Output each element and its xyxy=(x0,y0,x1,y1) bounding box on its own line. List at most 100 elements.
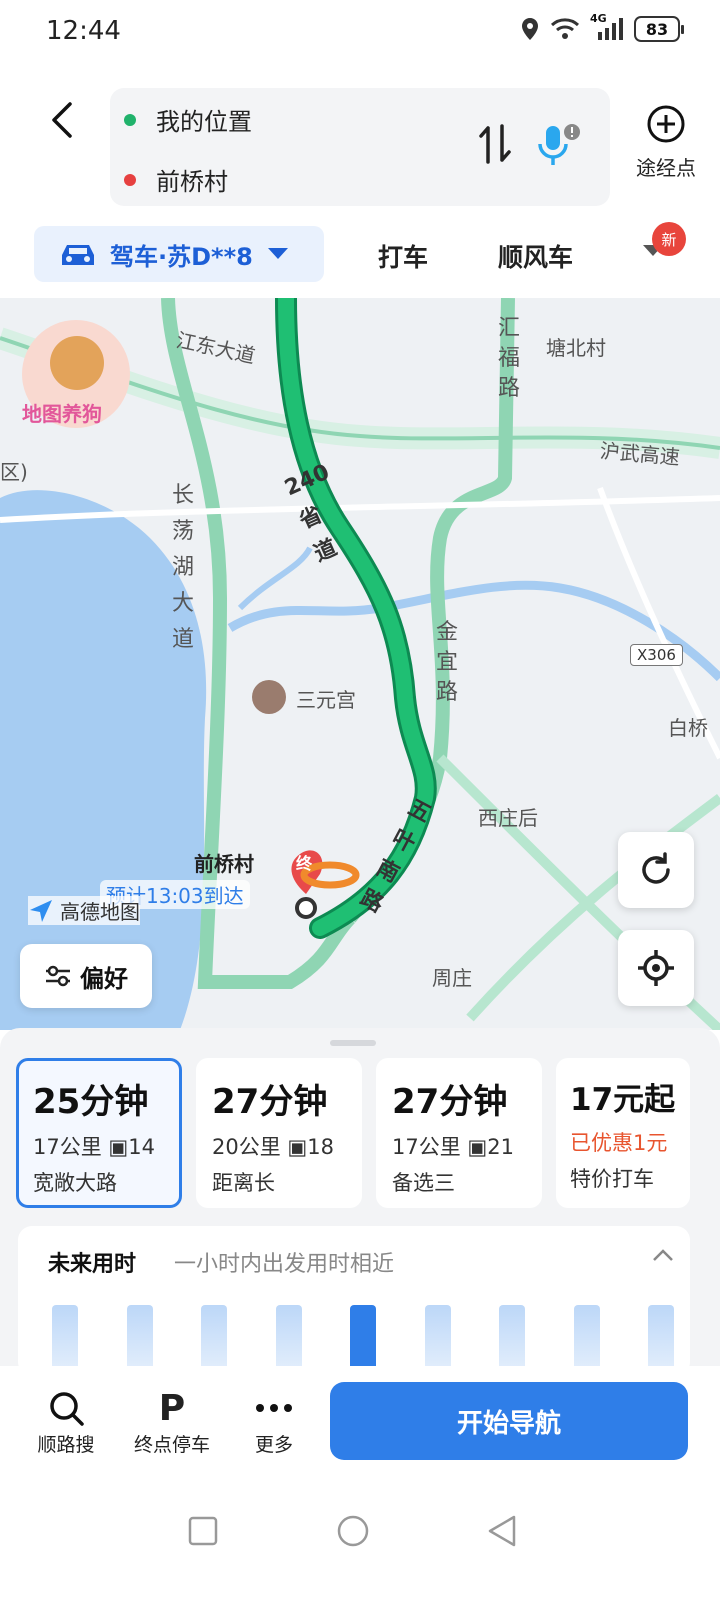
wifi-icon xyxy=(550,18,580,39)
search-icon xyxy=(30,1386,102,1430)
refresh-button[interactable] xyxy=(618,832,694,908)
destination-map-label: 前桥村 xyxy=(194,852,254,876)
route-distance: 20公里 xyxy=(212,1135,281,1159)
route-meta: 17公里 ▣21 xyxy=(392,1131,542,1161)
preference-button[interactable]: 偏好 xyxy=(20,944,152,1008)
tab-taxi[interactable]: 打车 xyxy=(378,238,428,274)
settings-slider-icon xyxy=(46,965,70,987)
route-meta: 17公里 ▣14 xyxy=(33,1131,179,1161)
bottom-action-bar: 顺路搜 P 终点停车 更多 开始导航 xyxy=(0,1366,720,1476)
preference-label: 偏好 xyxy=(80,964,128,993)
map-label-tangbei: 塘北村 xyxy=(546,336,606,360)
traffic-light-icon: ▣ xyxy=(467,1135,488,1159)
map-label-huifu: 汇福路 xyxy=(498,316,521,401)
status-time: 12:44 xyxy=(46,16,121,46)
refresh-icon xyxy=(642,852,670,884)
route-lights: 14 xyxy=(128,1135,155,1159)
amap-logo-icon xyxy=(30,899,52,922)
locate-icon xyxy=(638,950,674,986)
tab-drive[interactable]: 驾车·苏D**8 xyxy=(34,226,324,282)
mascot-label: 地图养狗 xyxy=(22,402,102,426)
future-bar-chart xyxy=(18,1296,690,1376)
search-along-label: 顺路搜 xyxy=(37,1434,95,1456)
route-time: 27分钟 xyxy=(212,1082,328,1122)
map-label-zhouzhuang: 周庄 xyxy=(432,966,472,990)
future-time-panel: 未来用时 一小时内出发用时相近 xyxy=(18,1226,690,1376)
map-brand: 高德地图 xyxy=(28,896,140,925)
swap-icon[interactable] xyxy=(478,122,512,166)
river-branch xyxy=(237,546,313,611)
status-bar: 12:44 4G 83 xyxy=(0,0,720,66)
sheet-grabber[interactable] xyxy=(330,1040,376,1046)
chevron-up-icon[interactable] xyxy=(652,1248,674,1262)
map-label-xizhuang: 西庄后 xyxy=(478,806,538,830)
add-circle-icon xyxy=(647,105,685,143)
future-title: 未来用时 xyxy=(48,1252,137,1277)
origin-field[interactable]: 我的位置 xyxy=(124,102,252,137)
battery-indicator: 83 xyxy=(634,16,684,42)
drive-mode-label: 驾车·苏D**8 xyxy=(110,242,253,271)
taxi-card[interactable]: 17元起 已优惠1元 特价打车 xyxy=(556,1058,690,1208)
route-lights: 21 xyxy=(487,1135,514,1159)
voice-input-icon[interactable] xyxy=(534,120,586,172)
location-icon xyxy=(522,18,538,40)
search-along-button[interactable]: 顺路搜 xyxy=(30,1386,102,1457)
waypoint-label: 途经点 xyxy=(636,156,696,180)
dog-icon xyxy=(50,336,104,390)
new-badge: 新 xyxy=(652,222,686,256)
cellular-icon: 4G xyxy=(590,12,624,42)
route-distance: 17公里 xyxy=(33,1135,102,1159)
map-label-x306: X306 xyxy=(630,644,683,666)
route-time: 27分钟 xyxy=(392,1082,508,1122)
back-icon[interactable] xyxy=(44,100,84,140)
locate-button[interactable] xyxy=(618,930,694,1006)
route-time: 25分钟 xyxy=(33,1082,149,1122)
route-tag: 宽敞大路 xyxy=(33,1171,117,1195)
taxi-price: 17元起 xyxy=(570,1082,676,1118)
traffic-light-icon: ▣ xyxy=(108,1135,129,1159)
route-card-3[interactable]: 27分钟 17公里 ▣21 备选三 xyxy=(376,1058,542,1208)
future-subtitle: 一小时内出发用时相近 xyxy=(174,1252,395,1277)
start-navigation-button[interactable]: 开始导航 xyxy=(330,1382,688,1460)
status-icons: 4G 83 xyxy=(520,12,684,42)
map-label-jinyi: 金宜路 xyxy=(436,620,459,705)
route-tag: 备选三 xyxy=(392,1171,455,1195)
recent-apps-icon[interactable] xyxy=(188,1516,218,1546)
taxi-promo: 已优惠1元 xyxy=(570,1131,668,1155)
home-icon[interactable] xyxy=(336,1514,370,1548)
origin-label: 我的位置 xyxy=(156,108,252,136)
tab-ride-share[interactable]: 顺风车 xyxy=(498,238,573,274)
origin-dot-icon xyxy=(124,113,136,126)
more-button[interactable]: 更多 xyxy=(244,1386,304,1457)
map-label-edge: 区) xyxy=(0,460,28,484)
route-meta: 20公里 ▣18 xyxy=(212,1131,362,1161)
map-view[interactable]: 地图养狗 区) 江东大道 汇福路 塘北村 沪武高速 长荡湖大道 240省道 金宜… xyxy=(0,298,720,1030)
route-tag: 距离长 xyxy=(212,1171,275,1195)
route-lights: 18 xyxy=(307,1135,334,1159)
map-label-baiqiao: 白桥 xyxy=(668,716,708,740)
destination-label: 前桥村 xyxy=(156,168,228,196)
chevron-down-icon xyxy=(267,248,288,259)
brand-label: 高德地图 xyxy=(60,900,140,924)
destination-dot-icon xyxy=(124,173,136,186)
back-nav-icon[interactable] xyxy=(486,1514,518,1548)
destination-end-tag: 终 xyxy=(296,854,313,873)
add-waypoint-button[interactable]: 途经点 xyxy=(628,104,704,181)
more-icon xyxy=(244,1386,304,1430)
parking-button[interactable]: P 终点停车 xyxy=(124,1386,220,1457)
traffic-light-icon: ▣ xyxy=(287,1135,308,1159)
route-card-1[interactable]: 25分钟 17公里 ▣14 宽敞大路 xyxy=(16,1058,182,1208)
more-label: 更多 xyxy=(254,1434,293,1456)
temple-icon xyxy=(252,680,286,714)
map-label-changdang: 长荡湖大道 xyxy=(172,483,195,652)
route-distance: 17公里 xyxy=(392,1135,461,1159)
parking-icon: P xyxy=(158,1387,186,1429)
system-nav-bar xyxy=(0,1476,720,1600)
route-card-2[interactable]: 27分钟 20公里 ▣18 距离长 xyxy=(196,1058,362,1208)
destination-dot xyxy=(295,897,317,919)
destination-field[interactable]: 前桥村 xyxy=(124,162,228,197)
taxi-label: 特价打车 xyxy=(570,1167,654,1191)
car-icon xyxy=(62,245,94,265)
route-input-box: 我的位置 前桥村 xyxy=(110,88,610,206)
network-type: 4G xyxy=(590,12,607,25)
